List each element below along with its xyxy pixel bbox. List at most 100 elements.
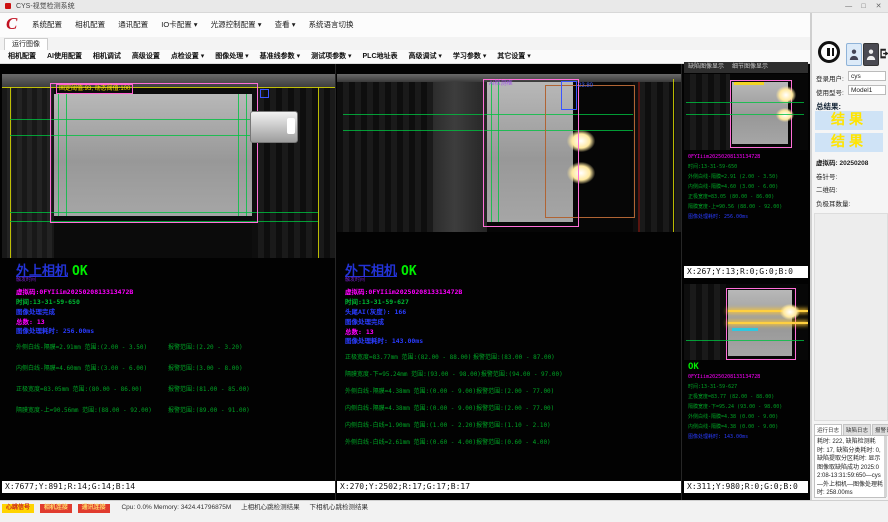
red-structure-line [638, 82, 640, 232]
measure-row: 正极宽度=83.05mm 范围:(80.00 - 86.00)报警范围:(81.… [2, 384, 349, 393]
defect-display-tabs: 缺陷图像显示 细节图像显示 [684, 62, 808, 73]
result-line: 隔膜宽度-上=90.56 (88.00 - 92.00) [688, 202, 806, 212]
measure-value-label: 23.80 [578, 83, 593, 90]
yellow-guide-line [318, 87, 319, 258]
toolbar-advanced-settings[interactable]: 高级设置 [132, 53, 160, 60]
pixel-coordinate-bar-middle: X:270;Y:2502;R:17;G:17;B:17 [337, 481, 681, 493]
pause-button[interactable] [818, 41, 840, 63]
measure-value: 外侧白线-白线=2.61mm 范围:(0.60 - 4.00) [345, 437, 476, 446]
model-field[interactable]: Model1 [848, 85, 886, 95]
connector-object [250, 111, 298, 143]
measure-row: 外侧白线-隔膜=2.91mm 范围:(2.00 - 3.50)报警范围:(2.2… [2, 342, 349, 351]
virtual-code-value: 20250208 [839, 160, 868, 167]
result-line: 正极宽度=83.77 (82.00 - 88.00) [688, 392, 806, 402]
measure-value: 外侧白线-隔膜=4.38mm 范围:(0.00 - 9.00) [345, 386, 476, 395]
logout-door-icon [879, 47, 888, 60]
negative-tab-count-label: 负极耳数量: [816, 198, 850, 208]
camera-connection-badge: 相机连接 [40, 504, 72, 513]
log-scrollbar[interactable] [884, 436, 887, 497]
tiny-overlay-text [734, 82, 764, 85]
machinery-left [337, 82, 433, 232]
pixel-coordinate-bar-left: X:7677;Y:891;R:14;G:14;B:14 [2, 481, 335, 493]
measure-value: 内侧白线-白线=1.90mm 范围:(1.00 - 2.20) [345, 420, 476, 429]
toolbar-camera-debug[interactable]: 相机调试 [93, 53, 121, 60]
measure-row: 内侧白线-白线=1.90mm 范围:(1.00 - 2.20)报警范围:(1.1… [337, 420, 689, 429]
login-user-field[interactable]: cys [848, 71, 886, 81]
alarm-range: 报警范围:(81.00 - 85.00) [168, 384, 250, 393]
camera-view-lower-outer[interactable]: AI检测框 23.80 [337, 74, 681, 232]
measure-row: 外侧白线-白线=2.61mm 范围:(0.60 - 4.00)报警范围:(0.6… [337, 437, 689, 446]
comm-connection-badge: 通讯连接 [78, 504, 110, 513]
sidebar-empty-panel [814, 213, 888, 421]
menu-system-config[interactable]: 系统配置 [32, 20, 62, 29]
pixel-coordinate-bar-thumb-top: X:267;Y:13;R:0;G:0;B:0 [684, 266, 808, 278]
menu-comm-config[interactable]: 通讯配置 [118, 20, 148, 29]
user-mode-button[interactable] [863, 43, 879, 66]
upper-camera-heartbeat-status: 上相机心跳检测结果 [241, 504, 300, 511]
done-line: 图像处理完成 [345, 316, 384, 326]
tab-defect-image[interactable]: 缺陷图像显示 [688, 64, 724, 70]
alarm-range: 报警范围:(2.00 - 77.00) [476, 403, 554, 412]
bright-yellow-line [728, 322, 808, 324]
barcode-line: 0FYIiim2025020813313472B [688, 152, 806, 162]
tab-detail-image[interactable]: 细节图像显示 [732, 64, 768, 70]
alarm-range: 报警范围:(3.00 - 8.00) [168, 363, 243, 372]
menu-camera-config[interactable]: 相机配置 [75, 20, 105, 29]
toolbar-plc-address-table[interactable]: PLC地址表 [363, 53, 398, 60]
thumbnail-view-top[interactable] [684, 74, 808, 150]
measure-value: 内侧白线-隔膜=4.60mm 范围:(3.00 - 6.00) [16, 363, 168, 372]
menu-light-config[interactable]: 光源控制配置 ▾ [211, 20, 262, 29]
virtual-code-label: 虚拟码: [816, 160, 838, 167]
close-button[interactable]: ✕ [872, 0, 885, 13]
toolbar-learning-params[interactable]: 学习参数 ▾ [453, 53, 486, 60]
measure-value: 隔膜宽度-上=90.56mm 范围:(88.00 - 92.00) [16, 405, 168, 414]
brand-logo-icon: C [6, 15, 24, 33]
barcode-line: 0FYIiim2025020813313472B [688, 372, 806, 382]
app-icon [5, 3, 11, 9]
toolbar-image-processing[interactable]: 图像处理 ▾ [215, 53, 248, 60]
toolbar-other-settings[interactable]: 其它设置 ▾ [497, 53, 530, 60]
elapsed-line: 图像处理耗时: 256.00ms [16, 325, 94, 335]
log-text-area[interactable]: 耗时: 222, 缺陷检测耗时: 17, 缺陷分类耗时: 0, 缺陷提取分区耗时… [814, 435, 886, 498]
user-icon [866, 48, 876, 62]
toolbar-baseline-params[interactable]: 基准线参数 ▾ [260, 53, 300, 60]
lug-highlight [780, 304, 800, 320]
menu-language-switch[interactable]: 系统语言切换 [309, 20, 354, 29]
panel-divider [681, 64, 682, 500]
toolbar-camera-config[interactable]: 相机配置 [8, 53, 36, 60]
measure-row: 隔膜宽度-上=90.56mm 范围:(88.00 - 92.00)报警范围:(8… [2, 405, 349, 414]
pixel-coordinate-bar-thumb-bottom: X:311;Y:980;R:0;G:0;B:0 [684, 481, 808, 493]
camera-view-upper-outer[interactable]: 固定阈值:93, 动态阈值:100 [2, 74, 335, 258]
window-title: CYS-视觉检测系统 [16, 3, 75, 10]
connector-tip [287, 118, 295, 134]
alarm-range: 报警范围:(89.00 - 91.00) [168, 405, 250, 414]
minimize-button[interactable]: — [842, 0, 855, 13]
toolbar-advanced-debug[interactable]: 高级调试 ▾ [408, 53, 441, 60]
thumbnail-view-bottom[interactable] [684, 284, 808, 360]
alarm-range: 报警范围:(94.00 - 97.00) [481, 369, 563, 378]
user-mode-button-active[interactable] [846, 43, 862, 66]
alarm-range: 报警范围:(2.00 - 77.00) [476, 386, 554, 395]
alarm-range: 报警范围:(1.10 - 2.10) [476, 420, 551, 429]
result-block-upper-outer: 外上相机OK 触发时间 虚拟码:0FYIiim2025020813313472B… [2, 258, 335, 454]
panel-divider [335, 64, 336, 500]
roi-rectangle [50, 83, 258, 223]
maximize-button[interactable]: □ [857, 0, 870, 13]
toolbar-spotcheck-settings[interactable]: 点检设置 ▾ [171, 53, 204, 60]
result-line: 内侧白线-隔膜=4.38 (0.00 - 9.00) [688, 422, 806, 432]
pause-icon [827, 48, 830, 56]
toolbar-test-params[interactable]: 测试项参数 ▾ [311, 53, 351, 60]
trigger-label: 触发时间 [16, 276, 36, 283]
menu-io-config[interactable]: IO卡配置 ▾ [161, 20, 197, 29]
yellow-guide-line [673, 79, 674, 232]
ok-status: OK [401, 264, 417, 279]
logout-button[interactable] [879, 43, 888, 64]
result-line: 外侧白线-隔膜=2.91 (2.00 - 3.50) [688, 172, 806, 182]
yellow-guide-line [10, 87, 11, 258]
result-line: 内侧白线-隔膜=4.60 (3.00 - 6.00) [688, 182, 806, 192]
pause-icon [832, 48, 835, 56]
menu-view[interactable]: 查看 ▾ [275, 20, 296, 29]
machinery-column [433, 82, 487, 232]
toolbar-ai-config[interactable]: AI使用配置 [47, 53, 82, 60]
measure-row: 内侧白线-隔膜=4.60mm 范围:(3.00 - 6.00)报警范围:(3.0… [2, 363, 349, 372]
